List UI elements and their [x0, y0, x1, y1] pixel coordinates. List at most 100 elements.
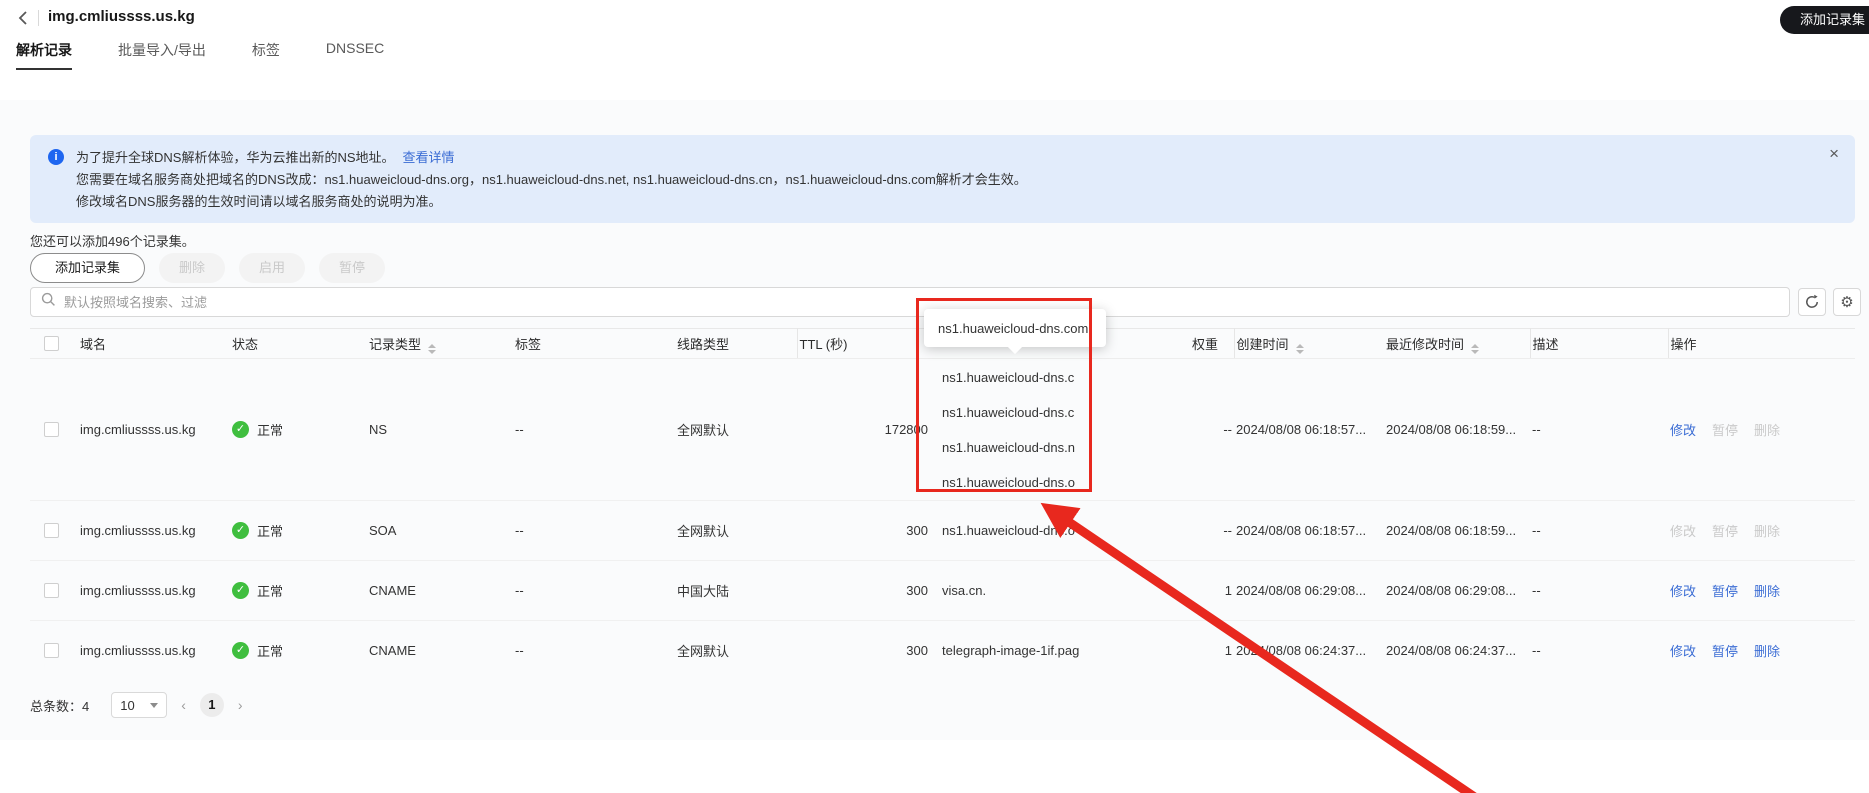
cell-status: ✓ 正常: [230, 359, 367, 501]
add-record-button-top[interactable]: 添加记录集: [1779, 6, 1869, 34]
cell-weight: 1: [1224, 643, 1232, 659]
action-pause[interactable]: 暂停: [1712, 524, 1738, 539]
cell-line: 中国大陆: [677, 584, 730, 599]
cell-type: SOA: [369, 523, 397, 538]
cell-value: ns1.huaweicloud-dns.c ns1.huaweicloud-dn…: [930, 359, 1190, 501]
banner-close-icon[interactable]: ×: [1829, 145, 1839, 162]
row-checkbox[interactable]: [44, 422, 59, 437]
cell-line: 全网默认: [677, 423, 730, 438]
action-delete[interactable]: 删除: [1754, 644, 1780, 659]
enable-button[interactable]: 启用: [239, 253, 306, 283]
cell-desc: --: [1532, 583, 1541, 598]
cell-type: CNAME: [369, 643, 416, 659]
search-bar: [30, 287, 1790, 317]
tab-bar: 解析记录 批量导入/导出 标签 DNSSEC: [16, 40, 384, 70]
page-title: img.cmliussss.us.kg: [48, 8, 195, 25]
action-delete[interactable]: 删除: [1754, 524, 1780, 539]
title-divider: [38, 10, 39, 26]
status-ok-icon: ✓: [232, 522, 249, 539]
banner-line-1: 为了提升全球DNS解析体验，华为云推出新的NS地址。 查看详情: [76, 147, 1815, 169]
cell-value: telegraph-image-1if.pag: [942, 643, 1080, 659]
cell-created: 2024/08/08 06:29:08...: [1236, 583, 1367, 598]
status-ok-icon: ✓: [232, 421, 249, 438]
search-icon: [41, 292, 56, 312]
next-page-icon[interactable]: ›: [238, 697, 243, 713]
cell-desc: --: [1532, 643, 1541, 659]
action-edit[interactable]: 修改: [1670, 584, 1696, 599]
refresh-button[interactable]: [1798, 288, 1826, 316]
cell-ops: 修改 暂停 删除: [1668, 501, 1855, 561]
tab-tags[interactable]: 标签: [252, 40, 280, 70]
quota-text: 您还可以添加496个记录集。: [30, 234, 195, 249]
row-checkbox[interactable]: [44, 643, 59, 659]
cell-line: 全网默认: [677, 644, 730, 660]
settings-gear-button[interactable]: ⚙: [1833, 288, 1861, 316]
tab-dnssec[interactable]: DNSSEC: [326, 40, 384, 70]
col-created[interactable]: 创建时间: [1234, 328, 1384, 359]
value-line: ns1.huaweicloud-dns.o: [942, 474, 1075, 490]
back-icon[interactable]: [14, 8, 34, 28]
action-edit[interactable]: 修改: [1670, 423, 1696, 438]
action-delete[interactable]: 删除: [1754, 584, 1780, 599]
records-table: 域名 状态 记录类型 标签 线路类型 TTL (秒) 权重 创建时间 最近修改时…: [30, 328, 1855, 681]
col-modified[interactable]: 最近修改时间: [1384, 328, 1531, 359]
col-ttl: TTL (秒): [797, 328, 930, 359]
page-size-select[interactable]: 10: [111, 692, 168, 718]
cell-tag: --: [515, 523, 524, 538]
cell-ttl: 300: [906, 643, 928, 659]
select-all-checkbox[interactable]: [44, 336, 59, 351]
view-details-link[interactable]: 查看详情: [403, 150, 455, 165]
sort-icon[interactable]: [1295, 343, 1304, 354]
cell-tag: --: [515, 583, 524, 598]
toolbar: 添加记录集 删除 启用 暂停: [30, 253, 386, 283]
delete-button[interactable]: 删除: [159, 253, 226, 283]
action-delete[interactable]: 删除: [1754, 423, 1780, 438]
cell-ops: 修改 暂停 删除: [1668, 621, 1855, 681]
banner-text-1: 为了提升全球DNS解析体验，华为云推出新的NS地址。: [76, 150, 395, 165]
action-edit[interactable]: 修改: [1670, 644, 1696, 659]
cell-tag: --: [515, 643, 524, 659]
value-line: ns1.huaweicloud-dns.c: [942, 404, 1075, 420]
cell-line: 全网默认: [677, 524, 730, 539]
action-pause[interactable]: 暂停: [1712, 584, 1738, 599]
pause-button[interactable]: 暂停: [319, 253, 386, 283]
cell-weight: --: [1223, 523, 1232, 538]
cell-ttl: 300: [906, 523, 928, 538]
table-row: img.cmliussss.us.kg ✓ 正常 SOA -- 全网默认 300 …: [30, 501, 1855, 561]
col-type[interactable]: 记录类型: [367, 328, 513, 359]
col-tag: 标签: [513, 328, 675, 359]
cell-value: visa.cn.: [942, 583, 987, 598]
cell-created: 2024/08/08 06:24:37...: [1236, 643, 1367, 659]
table-row: img.cmliussss.us.kg ✓ 正常 NS -- 全网默认 17280…: [30, 359, 1855, 501]
tab-batch-import-export[interactable]: 批量导入/导出: [118, 40, 206, 70]
row-checkbox[interactable]: [44, 523, 59, 538]
table-row: img.cmliussss.us.kg ✓ 正常 CNAME -- 全网默认 30…: [30, 621, 1855, 681]
action-pause[interactable]: 暂停: [1712, 644, 1738, 659]
row-checkbox[interactable]: [44, 583, 59, 598]
cell-weight: --: [1223, 422, 1232, 437]
prev-page-icon[interactable]: ‹: [181, 697, 186, 713]
value-tooltip: ns1.huaweicloud-dns.com.: [924, 309, 1106, 355]
pagination: 总条数：4 10 ‹ 1 ›: [30, 692, 243, 718]
cell-ttl: 300: [906, 583, 928, 598]
col-desc: 描述: [1530, 328, 1669, 359]
col-weight: 权重: [1190, 328, 1235, 359]
search-input[interactable]: [64, 294, 1779, 310]
add-record-button[interactable]: 添加记录集: [30, 253, 146, 283]
value-tooltip-text: ns1.huaweicloud-dns.com.: [938, 320, 1092, 336]
action-pause[interactable]: 暂停: [1712, 423, 1738, 438]
top-bar: img.cmliussss.us.kg 添加记录集: [0, 0, 1869, 36]
tab-resolution-records[interactable]: 解析记录: [16, 40, 72, 70]
current-page[interactable]: 1: [199, 693, 224, 717]
action-edit[interactable]: 修改: [1670, 524, 1696, 539]
chevron-down-icon: [150, 702, 159, 708]
sort-icon[interactable]: [1471, 343, 1480, 354]
cell-desc: --: [1532, 523, 1541, 538]
cell-domain: img.cmliussss.us.kg: [80, 643, 196, 659]
cell-status: ✓ 正常: [230, 621, 367, 681]
cell-tag: --: [515, 422, 524, 437]
value-line: ns1.huaweicloud-dns.c: [942, 369, 1075, 385]
cell-modified: 2024/08/08 06:29:08...: [1386, 583, 1517, 598]
sort-icon[interactable]: [428, 343, 437, 354]
cell-type: CNAME: [369, 583, 416, 598]
